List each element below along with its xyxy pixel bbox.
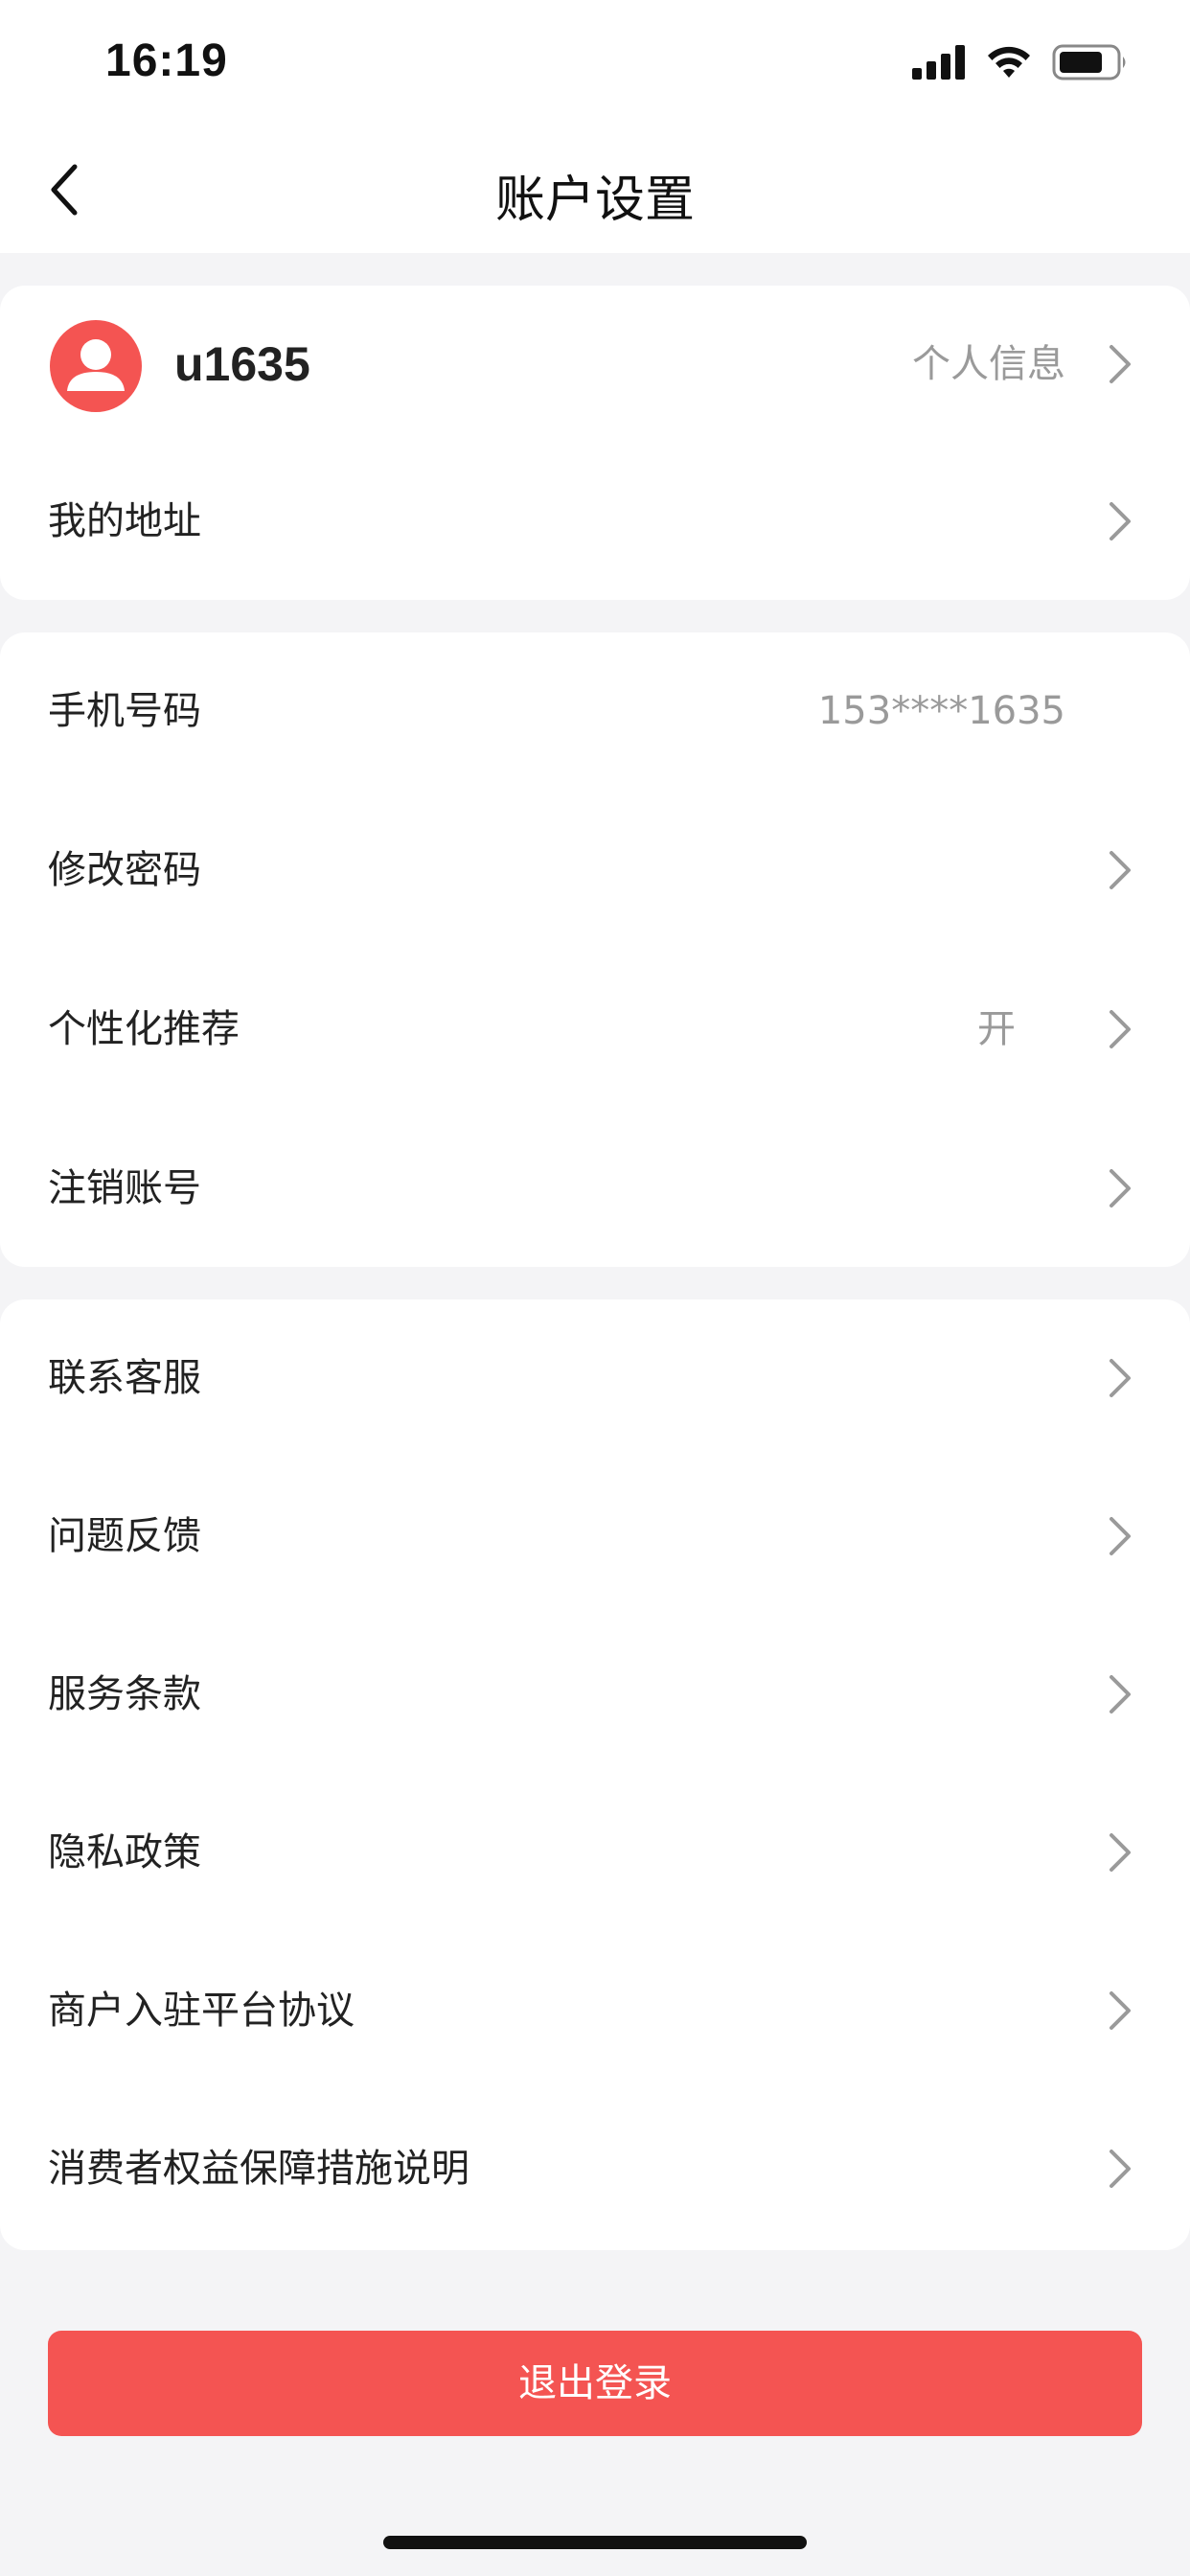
row-consumer-rights[interactable]: 消费者权益保障措施说明 — [0, 2090, 1190, 2247]
chevron-right-icon — [1110, 2150, 1131, 2188]
row-label: 消费者权益保障措施说明 — [48, 2147, 469, 2191]
phone-number-value: 153****1635 — [817, 689, 1065, 733]
row-contact-service[interactable]: 联系客服 — [0, 1300, 1190, 1457]
chevron-right-icon — [1110, 1010, 1131, 1048]
profile-card: u1635 个人信息 我的地址 — [0, 286, 1190, 600]
row-delete-account[interactable]: 注销账号 — [0, 1110, 1190, 1267]
row-label: 问题反馈 — [48, 1514, 201, 1558]
row-privacy-policy[interactable]: 隐私政策 — [0, 1774, 1190, 1931]
profile-row[interactable]: u1635 个人信息 — [0, 286, 1190, 443]
row-personalized-recommendation[interactable]: 个性化推荐 开 — [0, 951, 1190, 1108]
row-label: 修改密码 — [48, 848, 201, 892]
battery-icon — [1052, 44, 1126, 80]
chevron-right-icon — [1110, 1675, 1131, 1714]
chevron-right-icon — [1110, 345, 1131, 383]
status-time: 16:19 — [105, 35, 228, 86]
row-label: 我的地址 — [48, 499, 201, 543]
home-indicator — [383, 2536, 807, 2549]
row-feedback[interactable]: 问题反馈 — [0, 1458, 1190, 1615]
row-phone-number[interactable]: 手机号码 153****1635 — [0, 632, 1190, 790]
chevron-right-icon — [1110, 502, 1131, 540]
status-bar: 16:19 — [0, 0, 1190, 126]
chevron-right-icon — [1110, 1833, 1131, 1872]
status-icons — [912, 44, 1129, 80]
row-label: 手机号码 — [48, 689, 201, 733]
user-avatar-icon — [50, 320, 142, 412]
username: u1635 — [174, 337, 310, 391]
chevron-right-icon — [1110, 1359, 1131, 1397]
row-my-address[interactable]: 我的地址 — [0, 443, 1190, 600]
row-label: 注销账号 — [48, 1166, 201, 1210]
row-merchant-agreement[interactable]: 商户入驻平台协议 — [0, 1932, 1190, 2089]
row-label: 个性化推荐 — [48, 1007, 240, 1051]
account-card: 手机号码 153****1635 修改密码 个性化推荐 开 注销账号 — [0, 632, 1190, 1267]
nav-bar: 账户设置 — [0, 126, 1190, 253]
chevron-right-icon — [1110, 1517, 1131, 1555]
cellular-signal-icon — [912, 45, 965, 80]
row-label: 隐私政策 — [48, 1830, 201, 1874]
logout-button[interactable]: 退出登录 — [48, 2331, 1142, 2436]
row-label: 服务条款 — [48, 1672, 201, 1716]
row-label: 商户入驻平台协议 — [48, 1989, 355, 2033]
chevron-right-icon — [1110, 1991, 1131, 2030]
chevron-right-icon — [1110, 851, 1131, 889]
chevron-right-icon — [1110, 1169, 1131, 1208]
personal-info-link[interactable]: 个人信息 — [912, 286, 1065, 443]
recommendation-status: 开 — [977, 1007, 1016, 1051]
wifi-icon — [988, 46, 1030, 78]
row-terms-of-service[interactable]: 服务条款 — [0, 1616, 1190, 1773]
support-card: 联系客服 问题反馈 服务条款 隐私政策 商户入驻平台协议 消费者权益保障措施说明 — [0, 1300, 1190, 2250]
row-change-password[interactable]: 修改密码 — [0, 792, 1190, 949]
page-title: 账户设置 — [494, 172, 695, 229]
row-label: 联系客服 — [48, 1356, 201, 1400]
